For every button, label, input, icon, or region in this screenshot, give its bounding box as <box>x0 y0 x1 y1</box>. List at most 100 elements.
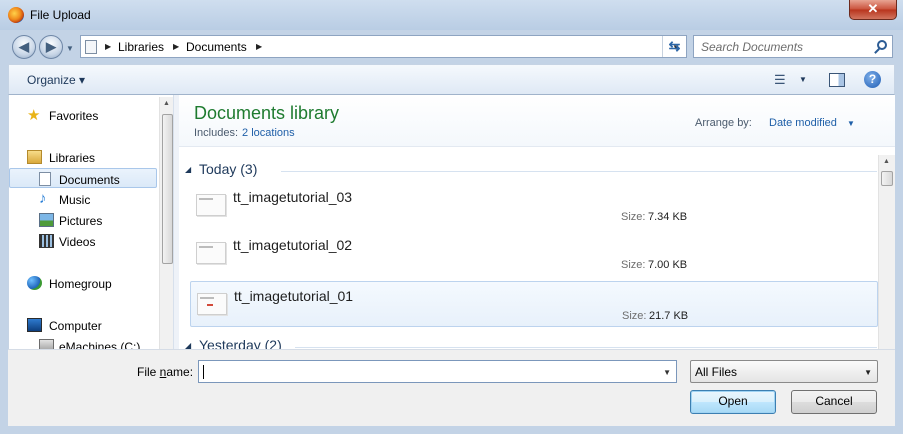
page-icon <box>85 40 97 54</box>
command-toolbar: Organize ▾ ☰ ▼ ? <box>8 64 895 95</box>
chevron-down-icon[interactable]: ▼ <box>663 368 671 377</box>
file-size: 7.00 KB <box>648 259 688 271</box>
recent-pages-dropdown-icon[interactable]: ▼ <box>66 44 74 53</box>
file-type-select[interactable]: All Files ▼ <box>690 360 878 383</box>
window-title: File Upload <box>30 8 91 22</box>
library-includes: Includes: 2 locations <box>194 127 295 139</box>
scrollbar-thumb[interactable] <box>162 114 173 264</box>
group-label: Yesterday (2) <box>199 337 282 349</box>
collapse-triangle-icon[interactable]: ◢ <box>185 341 191 349</box>
size-label: Size: <box>621 259 646 271</box>
includes-label: Includes: <box>194 127 239 139</box>
file-size: 7.34 KB <box>648 211 688 223</box>
sidebar-item-label: Favorites <box>49 109 99 123</box>
chevron-down-icon[interactable]: ▼ <box>864 368 872 377</box>
preview-pane-icon[interactable] <box>829 73 845 87</box>
organize-menu[interactable]: Organize ▾ <box>27 73 85 87</box>
homegroup-icon <box>27 276 42 290</box>
breadcrumb-documents[interactable]: Documents <box>186 40 247 54</box>
chevron-up-icon[interactable]: ▲ <box>883 158 890 165</box>
sidebar-item-label: Videos <box>59 235 96 249</box>
file-name-label: File name: <box>137 365 193 379</box>
open-button[interactable]: Open <box>690 390 776 414</box>
libraries-icon <box>27 150 42 164</box>
chevron-down-icon[interactable]: ▼ <box>847 119 855 128</box>
file-name: tt_imagetutorial_02 <box>233 237 353 253</box>
sidebar-item-label: Libraries <box>49 151 96 165</box>
refresh-button[interactable]: ⇆ <box>662 36 686 57</box>
file-name-label-part: ame: <box>166 365 194 379</box>
includes-locations-link[interactable]: 2 locations <box>242 127 295 139</box>
search-input[interactable]: Search Documents <box>693 35 893 58</box>
file-thumbnail <box>196 194 226 216</box>
views-list-icon[interactable]: ☰ <box>774 72 786 88</box>
hard-drive-icon <box>39 339 54 349</box>
sidebar-item-label: Pictures <box>59 214 103 228</box>
file-name-label-part: File <box>137 365 160 379</box>
chevron-right-icon[interactable]: ▶ <box>173 42 179 51</box>
group-label: Today (3) <box>199 161 258 177</box>
list-item[interactable]: tt_imagetutorial_03 Size: 7.34 KB <box>190 183 878 229</box>
help-icon[interactable]: ? <box>864 71 881 88</box>
group-divider <box>281 171 877 172</box>
group-header-today[interactable]: ◢ Today (3) <box>185 160 877 180</box>
sidebar-item-label: eMachines (C:) <box>59 340 141 349</box>
chevron-down-icon[interactable]: ▼ <box>799 75 807 84</box>
chevron-right-icon[interactable]: ▶ <box>256 42 262 51</box>
chevron-right-icon[interactable]: ▶ <box>105 42 111 51</box>
sidebar-item-computer[interactable]: Computer <box>9 315 157 335</box>
sidebar-item-label: Computer <box>49 319 102 333</box>
cancel-button[interactable]: Cancel <box>791 390 877 414</box>
sidebar-item-favorites[interactable]: ★ Favorites <box>9 105 157 125</box>
file-name: tt_imagetutorial_01 <box>234 288 354 304</box>
back-button[interactable]: ◀ <box>12 35 36 59</box>
sidebar-item-label: Music <box>59 193 91 207</box>
file-thumbnail <box>196 242 226 264</box>
firefox-icon <box>8 7 24 23</box>
file-name-field[interactable]: ▼ <box>198 360 677 383</box>
sidebar-item-label: Documents <box>59 173 120 187</box>
dialog-footer: File name: ▼ All Files ▼ Open Cancel <box>8 349 895 426</box>
forward-button[interactable]: ▶ <box>39 35 63 59</box>
file-name: tt_imagetutorial_03 <box>233 189 353 205</box>
list-item[interactable]: tt_imagetutorial_01 Size: 21.7 KB <box>190 281 878 327</box>
size-label: Size: <box>622 310 647 322</box>
navigation-scrollbar[interactable]: ▲ <box>159 97 173 349</box>
file-thumbnail <box>197 293 227 315</box>
arrange-by-dropdown[interactable]: Date modified <box>769 117 837 129</box>
size-label: Size: <box>621 211 646 223</box>
address-bar[interactable]: ▶ Libraries ▶ Documents ▶ ▼ <box>80 35 687 58</box>
pictures-icon <box>39 213 54 227</box>
sidebar-item-music[interactable]: ♪ Music <box>9 189 157 209</box>
star-icon: ★ <box>27 107 41 124</box>
file-size: 21.7 KB <box>649 310 689 322</box>
organize-label: Organize <box>27 73 76 87</box>
search-placeholder: Search Documents <box>701 40 804 54</box>
computer-icon <box>27 318 42 332</box>
music-icon: ♪ <box>39 190 47 207</box>
file-list-scrollbar[interactable]: ▲ <box>878 155 895 349</box>
file-list-pane: Documents library Includes: 2 locations A… <box>179 95 895 349</box>
list-item[interactable]: tt_imagetutorial_02 Size: 7.00 KB <box>190 231 878 277</box>
collapse-triangle-icon[interactable]: ◢ <box>185 165 191 174</box>
sidebar-item-drive-c[interactable]: eMachines (C:) <box>9 336 157 349</box>
page-title: Documents library <box>194 103 340 123</box>
close-button[interactable]: ✕ <box>849 0 897 20</box>
sidebar-item-documents[interactable]: Documents <box>9 168 157 188</box>
sidebar-item-label: Homegroup <box>49 277 112 291</box>
document-icon <box>39 172 51 186</box>
file-type-value: All Files <box>695 365 738 379</box>
arrange-by-label: Arrange by: <box>695 117 752 129</box>
group-header-yesterday[interactable]: ◢ Yesterday (2) <box>185 336 877 349</box>
breadcrumb-libraries[interactable]: Libraries <box>118 40 164 54</box>
library-header: Documents library Includes: 2 locations A… <box>179 95 895 147</box>
sidebar-item-pictures[interactable]: Pictures <box>9 210 157 230</box>
sidebar-item-homegroup[interactable]: Homegroup <box>9 273 157 293</box>
chevron-up-icon[interactable]: ▲ <box>163 100 170 107</box>
search-icon[interactable] <box>877 40 887 50</box>
sidebar-item-libraries[interactable]: Libraries <box>9 147 157 167</box>
scrollbar-thumb[interactable] <box>881 171 893 186</box>
address-row: ◀ ▶ ▼ ▶ Libraries ▶ Documents ▶ ▼ ⇆ Sear… <box>0 30 903 62</box>
title-bar: File Upload ✕ <box>0 0 903 30</box>
sidebar-item-videos[interactable]: Videos <box>9 231 157 251</box>
